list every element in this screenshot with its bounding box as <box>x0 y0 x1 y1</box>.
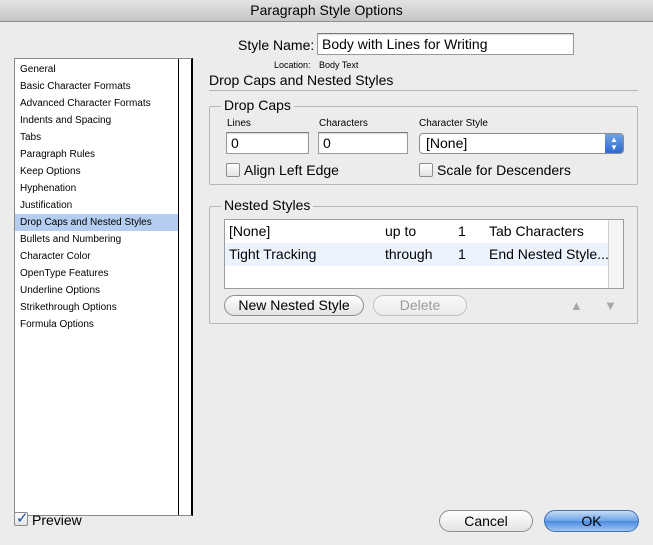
location-label: Location: <box>274 60 311 70</box>
table-row[interactable]: Tight Tracking through 1 End Nested Styl… <box>225 243 609 266</box>
drop-caps-legend: Drop Caps <box>221 97 294 113</box>
sidebar-item[interactable]: Basic Character Formats <box>15 78 178 95</box>
sidebar-item[interactable]: Underline Options <box>15 282 178 299</box>
row-delimiter: End Nested Style... <box>489 246 609 262</box>
cancel-button[interactable]: Cancel <box>439 510 533 532</box>
sidebar-item[interactable]: Keep Options <box>15 163 178 180</box>
dialog-body: General Basic Character Formats Advanced C… <box>0 22 653 545</box>
sidebar-item[interactable]: General <box>15 61 178 78</box>
sidebar-item[interactable]: OpenType Features <box>15 265 178 282</box>
move-down-icon[interactable]: ▼ <box>604 298 617 313</box>
list-divider <box>178 59 179 515</box>
sidebar-item[interactable]: Formula Options <box>15 316 178 333</box>
nested-styles-legend: Nested Styles <box>221 197 314 213</box>
row-style: [None] <box>229 223 271 239</box>
ok-button[interactable]: OK <box>544 510 639 532</box>
category-list[interactable]: General Basic Character Formats Advanced C… <box>14 58 193 516</box>
row-mode: through <box>385 246 433 262</box>
row-count: 1 <box>458 223 466 239</box>
align-left-edge-label: Align Left Edge <box>244 162 339 178</box>
align-left-edge-checkbox[interactable] <box>226 163 240 177</box>
table-row[interactable]: [None] up to 1 Tab Characters <box>225 220 608 243</box>
window-title: Paragraph Style Options <box>0 0 653 22</box>
sidebar-item[interactable]: Drop Caps and Nested Styles <box>15 214 178 231</box>
characters-field[interactable]: 0 <box>318 132 408 154</box>
style-name-label: Style Name: <box>238 37 315 53</box>
row-delimiter: Tab Characters <box>489 223 584 239</box>
sidebar-item[interactable]: Bullets and Numbering <box>15 231 178 248</box>
row-mode: up to <box>385 223 417 239</box>
lines-label: Lines <box>227 118 251 129</box>
sidebar-item[interactable]: Indents and Spacing <box>15 112 178 129</box>
sidebar-item[interactable]: Hyphenation <box>15 180 178 197</box>
check-icon: ✓ <box>16 510 29 527</box>
section-divider <box>209 90 638 91</box>
sidebar-item[interactable]: Character Color <box>15 248 178 265</box>
table-scrollbar[interactable] <box>608 220 623 288</box>
nested-styles-table[interactable]: [None] up to 1 Tab Characters Tight Trac… <box>224 219 624 289</box>
characters-label: Characters <box>319 118 368 129</box>
style-name-field[interactable]: Body with Lines for Writing <box>317 33 574 55</box>
new-nested-style-button[interactable]: New Nested Style <box>224 295 364 316</box>
sidebar-item[interactable]: Justification <box>15 197 178 214</box>
character-style-value: [None] <box>426 135 468 151</box>
delete-button[interactable]: Delete <box>373 295 467 316</box>
preview-checkbox[interactable]: ✓ <box>14 510 29 527</box>
character-style-select[interactable]: [None] ▲ ▼ <box>419 133 624 154</box>
scale-descenders-checkbox[interactable] <box>419 163 433 177</box>
sidebar-item[interactable]: Paragraph Rules <box>15 146 178 163</box>
location-value: Body Text <box>319 60 359 70</box>
sidebar-item[interactable]: Strikethrough Options <box>15 299 178 316</box>
row-style: Tight Tracking <box>229 246 317 262</box>
scale-descenders-label: Scale for Descenders <box>437 162 571 178</box>
section-title: Drop Caps and Nested Styles <box>209 72 394 88</box>
character-style-label: Character Style <box>419 118 488 129</box>
lines-field[interactable]: 0 <box>226 132 309 154</box>
move-up-icon[interactable]: ▲ <box>570 298 583 313</box>
sidebar-item[interactable]: Advanced Character Formats <box>15 95 178 112</box>
preview-label: Preview <box>32 512 82 528</box>
sidebar-item[interactable]: Tabs <box>15 129 178 146</box>
select-arrows-icon: ▲ ▼ <box>605 134 623 153</box>
row-count: 1 <box>458 246 466 262</box>
